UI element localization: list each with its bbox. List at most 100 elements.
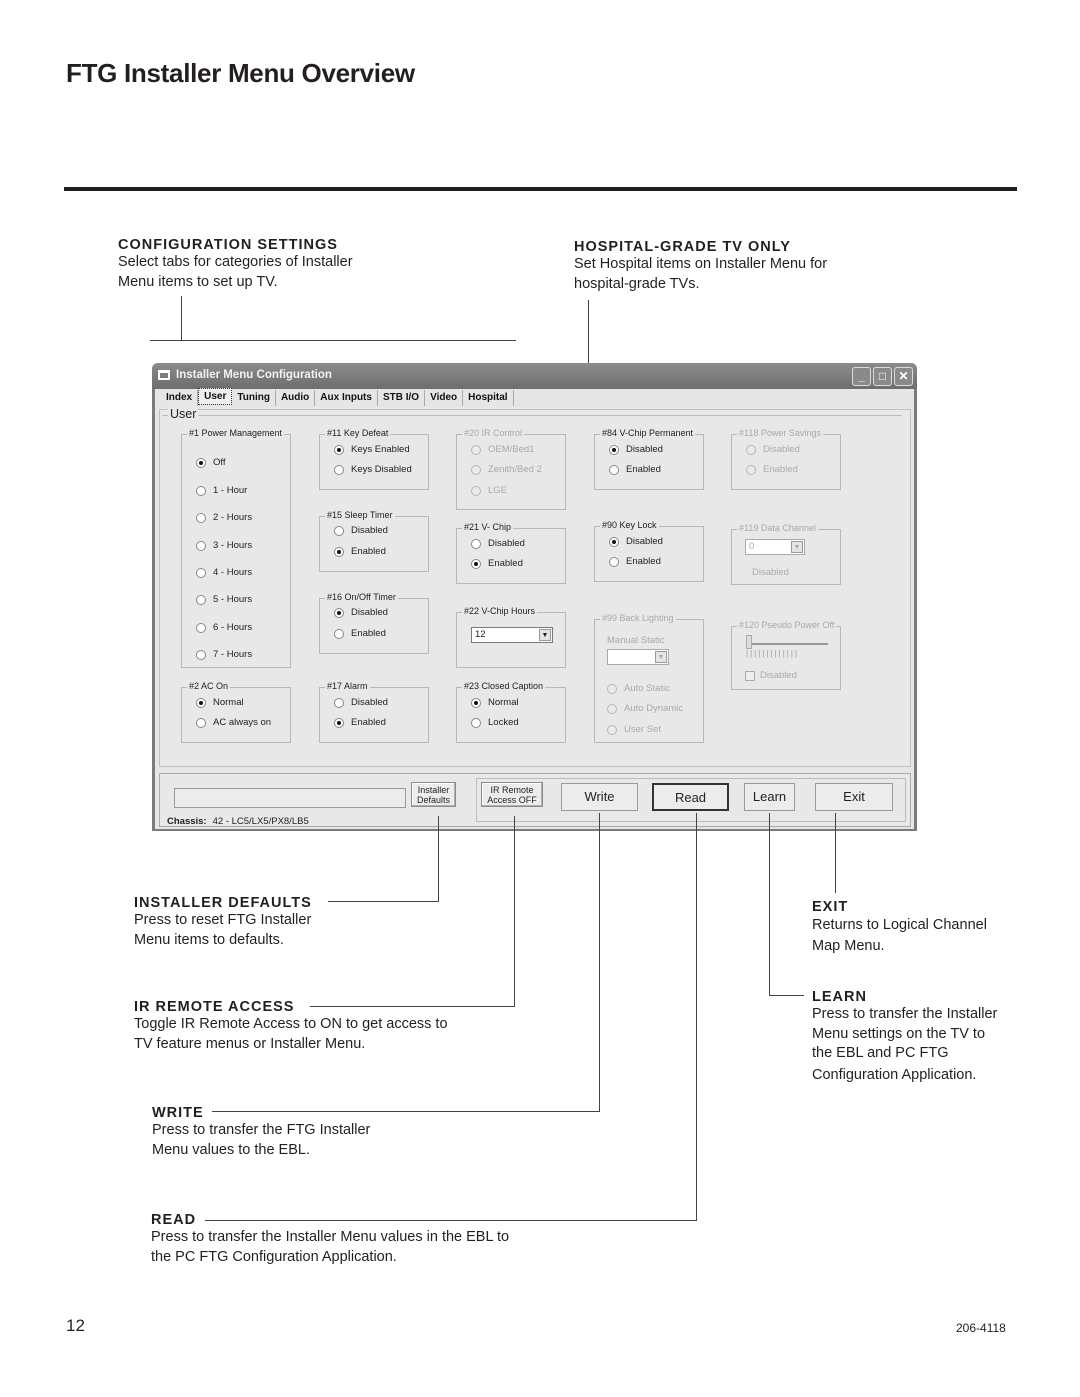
group-label: #119 Data Channel — [737, 523, 818, 533]
callout-text: the EBL and PC FTG — [812, 1045, 949, 1061]
tab-aux-inputs[interactable]: Aux Inputs — [315, 390, 378, 406]
group-power-savings: #118 Power Savings Disabled Enabled — [731, 428, 841, 490]
radio-icon — [196, 622, 206, 633]
group-label: #118 Power Savings — [737, 428, 823, 438]
radio-onoff-disabled[interactable]: Disabled — [334, 607, 388, 618]
radio-label: Off — [213, 457, 226, 468]
leader-line — [769, 813, 770, 996]
radio-label: Keys Disabled — [351, 464, 412, 475]
radio-sleep-disabled[interactable]: Disabled — [334, 525, 388, 536]
chassis-label: Chassis: — [167, 816, 207, 827]
radio-ps-disabled: Disabled — [746, 444, 800, 455]
tab-video[interactable]: Video — [425, 390, 464, 406]
callout-text: Press to transfer the FTG Installer — [152, 1122, 371, 1138]
radio-vchip-disabled[interactable]: Disabled — [471, 538, 525, 549]
radio-ac-always-on[interactable]: AC always on — [196, 717, 271, 728]
radio-pm-3h[interactable]: 3 - Hours — [196, 540, 252, 551]
close-button[interactable]: ✕ — [894, 367, 913, 386]
exit-button[interactable]: Exit — [815, 783, 893, 811]
callout-heading: HOSPITAL-GRADE TV ONLY — [574, 239, 791, 255]
group-back-lighting: #99 Back Lighting Manual Static ▼ Auto S… — [594, 613, 704, 743]
tab-hospital[interactable]: Hospital — [463, 390, 514, 406]
bottom-panel: Chassis: 42 - LC5/LX5/PX8/LB5 Installer D… — [159, 773, 911, 827]
callout-text: Returns to Logical Channel — [812, 917, 987, 933]
leader-line — [181, 296, 182, 341]
radio-icon — [196, 540, 206, 551]
tab-stb-io[interactable]: STB I/O — [378, 390, 426, 406]
radio-label: 3 - Hours — [213, 540, 253, 551]
tab-tuning[interactable]: Tuning — [232, 390, 276, 406]
radio-keylock-disabled[interactable]: Disabled — [609, 536, 663, 547]
radio-label: Enabled — [351, 717, 386, 728]
radio-icon — [607, 703, 617, 714]
radio-keys-disabled[interactable]: Keys Disabled — [334, 464, 412, 475]
radio-icon — [609, 464, 619, 475]
tab-user[interactable]: User — [198, 388, 233, 405]
radio-label: Auto Dynamic — [624, 703, 684, 714]
tab-index[interactable]: Index — [161, 390, 199, 406]
radio-label: Enabled — [351, 628, 386, 639]
radio-icon — [471, 464, 481, 475]
group-data-channel: #119 Data Channel 0 ▼ Disabled — [731, 523, 841, 585]
radio-cc-normal[interactable]: Normal — [471, 697, 519, 708]
vchip-hours-dropdown[interactable]: 12 ▼ — [471, 627, 553, 643]
radio-pm-off[interactable]: Off — [196, 457, 226, 468]
radio-vchip-enabled[interactable]: Enabled — [471, 558, 523, 569]
radio-label: Enabled — [488, 558, 523, 569]
radio-icon — [746, 444, 756, 455]
installer-defaults-button[interactable]: Installer Defaults — [411, 782, 456, 807]
radio-alarm-enabled[interactable]: Enabled — [334, 717, 386, 728]
group-vchip-permanent: #84 V-Chip Permanent Disabled Enabled — [594, 428, 704, 490]
group-onoff-timer: #16 On/Off Timer Disabled Enabled — [319, 592, 429, 654]
chevron-down-icon[interactable]: ▼ — [539, 629, 551, 641]
radio-selected-icon — [609, 536, 619, 547]
group-vchip-hours: #22 V-Chip Hours 12 ▼ — [456, 606, 566, 668]
button-label-line: IR Remote — [490, 785, 534, 795]
radio-cc-locked[interactable]: Locked — [471, 717, 519, 728]
group-power-management: #1 Power Management Off 1 - Hour 2 - Hou… — [181, 428, 291, 668]
radio-label: OEM/Bed1 — [488, 444, 535, 455]
maximize-button[interactable]: □ — [873, 367, 892, 386]
window-titlebar[interactable]: Installer Menu Configuration _ □ ✕ — [152, 363, 917, 389]
dropdown-value: 0 — [749, 541, 755, 552]
group-label: #23 Closed Caption — [462, 681, 546, 691]
callout-hospital-grade: HOSPITAL-GRADE TV ONLY Set Hospital item… — [574, 239, 827, 294]
radio-pm-7h[interactable]: 7 - Hours — [196, 649, 252, 660]
radio-label: Enabled — [626, 464, 661, 475]
radio-sleep-enabled[interactable]: Enabled — [334, 546, 386, 557]
ir-remote-access-button[interactable]: IR Remote Access OFF — [481, 782, 543, 807]
radio-icon — [607, 683, 617, 694]
learn-button[interactable]: Learn — [744, 783, 795, 811]
radio-onoff-enabled[interactable]: Enabled — [334, 628, 386, 639]
radio-label: Enabled — [351, 546, 386, 557]
callout-text: Menu items to set up TV. — [118, 273, 278, 290]
tab-audio[interactable]: Audio — [276, 390, 316, 406]
minimize-button[interactable]: _ — [852, 367, 871, 386]
window-client: Index User Tuning Audio Aux Inputs STB I… — [155, 388, 914, 829]
write-button[interactable]: Write — [561, 783, 638, 811]
callout-configuration-settings: CONFIGURATION SETTINGS Select tabs for c… — [118, 237, 353, 292]
radio-selected-icon — [471, 697, 481, 708]
radio-label: 7 - Hours — [213, 649, 253, 660]
radio-pm-2h[interactable]: 2 - Hours — [196, 512, 252, 523]
radio-pm-4h[interactable]: 4 - Hours — [196, 567, 252, 578]
callout-text: Configuration Application. — [812, 1066, 977, 1083]
radio-alarm-disabled[interactable]: Disabled — [334, 697, 388, 708]
pseudo-power-slider — [746, 643, 828, 645]
radio-icon — [334, 697, 344, 708]
leader-line — [438, 816, 439, 902]
radio-label: Keys Enabled — [351, 444, 410, 455]
chassis-value: 42 - LC5/LX5/PX8/LB5 — [212, 816, 309, 827]
radio-keylock-enabled[interactable]: Enabled — [609, 556, 661, 567]
radio-keys-enabled[interactable]: Keys Enabled — [334, 444, 410, 455]
radio-pm-6h[interactable]: 6 - Hours — [196, 622, 252, 633]
radio-vchip-perm-enabled[interactable]: Enabled — [609, 464, 661, 475]
read-button[interactable]: Read — [652, 783, 729, 811]
radio-label: Normal — [488, 697, 519, 708]
radio-pm-1h[interactable]: 1 - Hour — [196, 485, 247, 496]
radio-label: 4 - Hours — [213, 567, 253, 578]
radio-vchip-perm-disabled[interactable]: Disabled — [609, 444, 663, 455]
radio-pm-5h[interactable]: 5 - Hours — [196, 594, 252, 605]
radio-ac-normal[interactable]: Normal — [196, 697, 244, 708]
callout-heading: CONFIGURATION SETTINGS — [118, 237, 338, 253]
